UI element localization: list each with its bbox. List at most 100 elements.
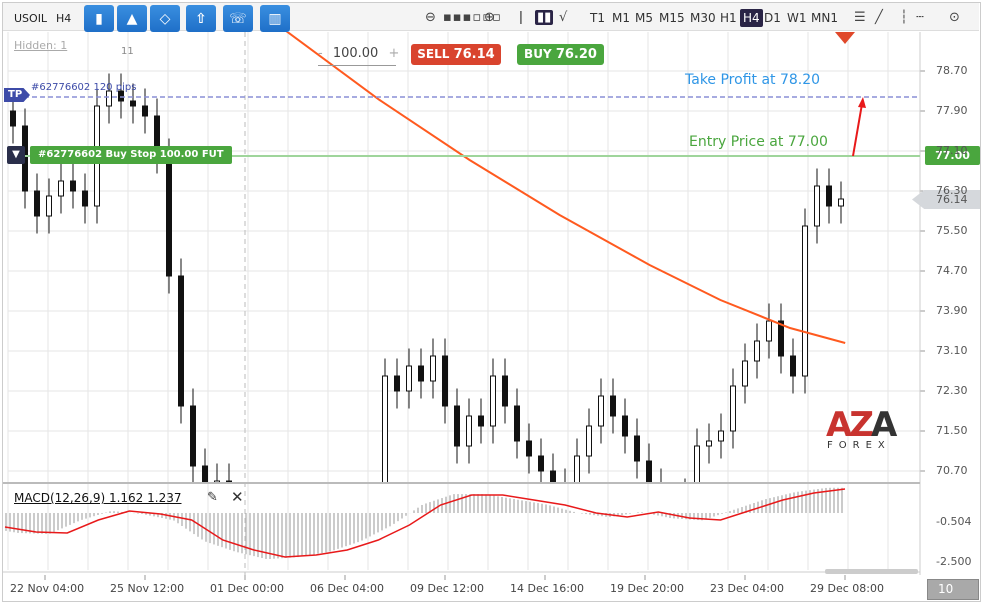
candle-body xyxy=(526,440,532,457)
bars-count-field[interactable]: 10 xyxy=(927,579,979,600)
candle-body xyxy=(130,100,136,107)
candle-body xyxy=(730,385,736,432)
price-tick: 76.30 xyxy=(936,184,968,197)
sell-label: SELL xyxy=(417,47,450,61)
candle-body xyxy=(418,365,424,382)
candle-body xyxy=(659,486,664,506)
candle-body xyxy=(34,190,40,217)
candle-body xyxy=(718,430,724,442)
buy-label: BUY xyxy=(524,47,552,61)
candle-body xyxy=(766,320,772,342)
macd-tick: -0.504 xyxy=(936,515,972,528)
candle-body xyxy=(826,185,832,207)
price-tick: 77.10 xyxy=(936,144,968,157)
price-tick: 72.30 xyxy=(936,384,968,397)
candle-body xyxy=(802,225,808,377)
candle-body xyxy=(563,486,568,496)
logo-subtitle: FOREX xyxy=(827,440,891,451)
candle-body xyxy=(742,360,748,387)
candle-body xyxy=(10,110,16,127)
price-tick: 70.70 xyxy=(936,464,968,477)
macd-tick: -2.500 xyxy=(936,555,972,568)
entry-price-annotation: Entry Price at 77.00 xyxy=(689,134,828,150)
edit-indicator-icon[interactable]: ✎ xyxy=(207,490,218,505)
buy-price: 76.20 xyxy=(555,47,597,62)
candle-body xyxy=(454,405,460,447)
macd-label[interactable]: MACD(12,26,9) 1.162 1.237 xyxy=(14,491,181,505)
time-tick: 06 Dec 04:00 xyxy=(310,582,384,595)
candle-body xyxy=(790,355,796,377)
candle-body xyxy=(490,375,496,427)
time-tick: 01 Dec 00:00 xyxy=(210,582,284,595)
price-tick: 77.90 xyxy=(936,104,968,117)
time-tick: 22 Nov 04:00 xyxy=(10,582,85,595)
candle-body xyxy=(586,425,592,457)
candle-body xyxy=(178,275,184,407)
buy-button[interactable]: BUY 76.20 xyxy=(517,44,604,65)
lot-size-input[interactable]: - 100.00 + xyxy=(318,46,399,66)
price-tick: 73.90 xyxy=(936,304,968,317)
candle-body xyxy=(335,556,340,557)
candle-body xyxy=(263,556,268,557)
lot-minus-button[interactable]: - xyxy=(318,46,323,61)
candle-body xyxy=(598,395,604,427)
candle-body xyxy=(311,556,316,557)
sell-button[interactable]: SELL 76.14 xyxy=(411,44,501,65)
time-tick: 23 Dec 04:00 xyxy=(710,582,784,595)
price-tick: 74.70 xyxy=(936,264,968,277)
hidden-label[interactable]: Hidden: 1 xyxy=(14,39,67,52)
time-tick: 29 Dec 08:00 xyxy=(810,582,884,595)
time-tick: 19 Dec 20:00 xyxy=(610,582,684,595)
lot-value[interactable]: 100.00 xyxy=(333,46,379,61)
candle-body xyxy=(406,365,412,392)
price-tick: 71.50 xyxy=(936,424,968,437)
candle-body xyxy=(82,190,88,207)
candle-body xyxy=(466,415,472,447)
candle-body xyxy=(347,556,352,557)
count-label: 11 xyxy=(121,46,134,57)
arrow-annotation xyxy=(852,103,863,157)
price-chart[interactable] xyxy=(0,0,985,605)
take-profit-annotation: Take Profit at 78.20 xyxy=(685,72,821,88)
candle-body xyxy=(778,320,784,357)
order-collapse-icon[interactable]: ▼ xyxy=(7,146,25,164)
aza-forex-logo: AZA xyxy=(826,405,897,445)
time-tick: 25 Nov 12:00 xyxy=(110,582,185,595)
candle-body xyxy=(754,340,760,362)
candle-body xyxy=(622,415,628,437)
candle-body xyxy=(694,445,700,483)
remove-indicator-icon[interactable]: ✕ xyxy=(231,488,244,506)
candle-body xyxy=(382,375,388,483)
candle-body xyxy=(46,195,52,217)
candle-body xyxy=(538,455,544,472)
candle-body xyxy=(142,105,148,117)
candle-body xyxy=(371,556,376,557)
candle-body xyxy=(70,180,76,192)
horizontal-scrollbar xyxy=(825,569,918,574)
time-tick: 09 Dec 12:00 xyxy=(410,582,484,595)
scroll-marker-icon xyxy=(835,32,855,44)
price-tick: 73.10 xyxy=(936,344,968,357)
price-tick: 78.70 xyxy=(936,64,968,77)
candle-body xyxy=(814,185,820,227)
tp-order-label: #62776602 120 pips xyxy=(31,82,137,93)
candle-body xyxy=(574,455,580,483)
candle-body xyxy=(106,90,112,107)
candle-body xyxy=(502,375,508,407)
pending-order-label[interactable]: #62776602 Buy Stop 100.00 FUT xyxy=(30,146,232,164)
candle-body xyxy=(251,556,256,557)
lot-plus-button[interactable]: + xyxy=(388,46,399,61)
candle-body xyxy=(610,395,616,417)
candle-body xyxy=(838,198,844,207)
time-tick: 14 Dec 16:00 xyxy=(510,582,584,595)
candle-body xyxy=(166,155,172,277)
candle-body xyxy=(478,415,484,427)
candle-body xyxy=(634,435,640,462)
price-tick: 75.50 xyxy=(936,224,968,237)
candle-body xyxy=(442,355,448,407)
candle-body xyxy=(58,180,64,197)
candle-body xyxy=(706,440,712,447)
candle-body xyxy=(394,375,400,392)
candle-body xyxy=(239,531,244,556)
candle-body xyxy=(430,355,436,382)
